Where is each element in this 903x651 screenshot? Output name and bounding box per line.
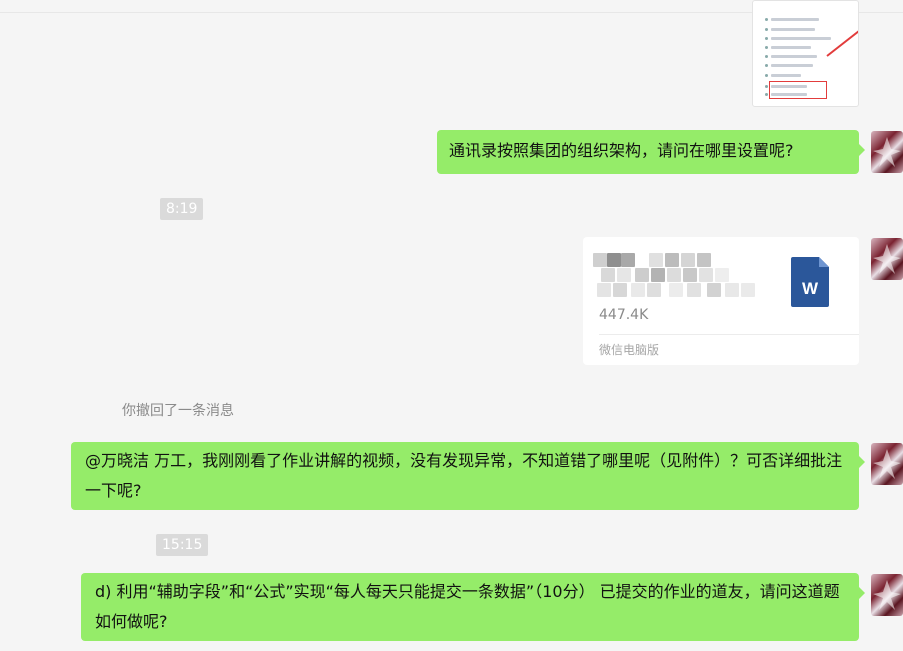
tree-node-icon [765,46,768,49]
timestamp: 8:19 [160,198,204,220]
file-size: 447.4K [599,307,649,323]
file-message-card[interactable]: W 447.4K 微信电脑版 [583,237,859,365]
file-source: 微信电脑版 [599,343,660,357]
word-document-icon: W [791,257,829,307]
card-divider [599,334,859,335]
avatar[interactable] [871,238,903,280]
highlight-box [769,81,827,99]
message-text: @万晓洁 万工，我刚刚看了作业讲解的视频，没有发现异常，不知道错了哪里呢（见附件… [85,451,843,500]
chat-bubble-sent[interactable]: d) 利用“辅助字段”和“公式”实现“每人每天只能提交一条数据”（10分） 已提… [81,573,865,641]
annotation-arrow [826,26,858,57]
message-text: d) 利用“辅助字段”和“公式”实现“每人每天只能提交一条数据”（10分） 已提… [95,582,840,631]
recall-notice: 你撤回了一条消息 [122,403,234,419]
image-message-thumbnail[interactable] [752,0,859,107]
avatar[interactable] [871,443,903,485]
tree-node-icon [765,64,768,67]
chat-bubble-sent[interactable]: @万晓洁 万工，我刚刚看了作业讲解的视频，没有发现异常，不知道错了哪里呢（见附件… [71,442,865,510]
word-icon-letter: W [802,279,819,298]
tree-node-icon [765,74,768,77]
tree-node-icon [765,37,768,40]
tree-node-icon [765,28,768,31]
tree-node-icon [765,18,768,21]
tree-node-icon [765,93,768,96]
chat-bubble-sent[interactable]: 通讯录按照集团的组织架构，请问在哪里设置呢? [437,130,865,174]
avatar[interactable] [871,574,903,616]
message-text: 通讯录按照集团的组织架构，请问在哪里设置呢? [449,141,794,160]
tree-node-icon [765,85,768,88]
timestamp: 15:15 [156,534,209,556]
avatar[interactable] [871,131,903,173]
tree-node-icon [765,55,768,58]
